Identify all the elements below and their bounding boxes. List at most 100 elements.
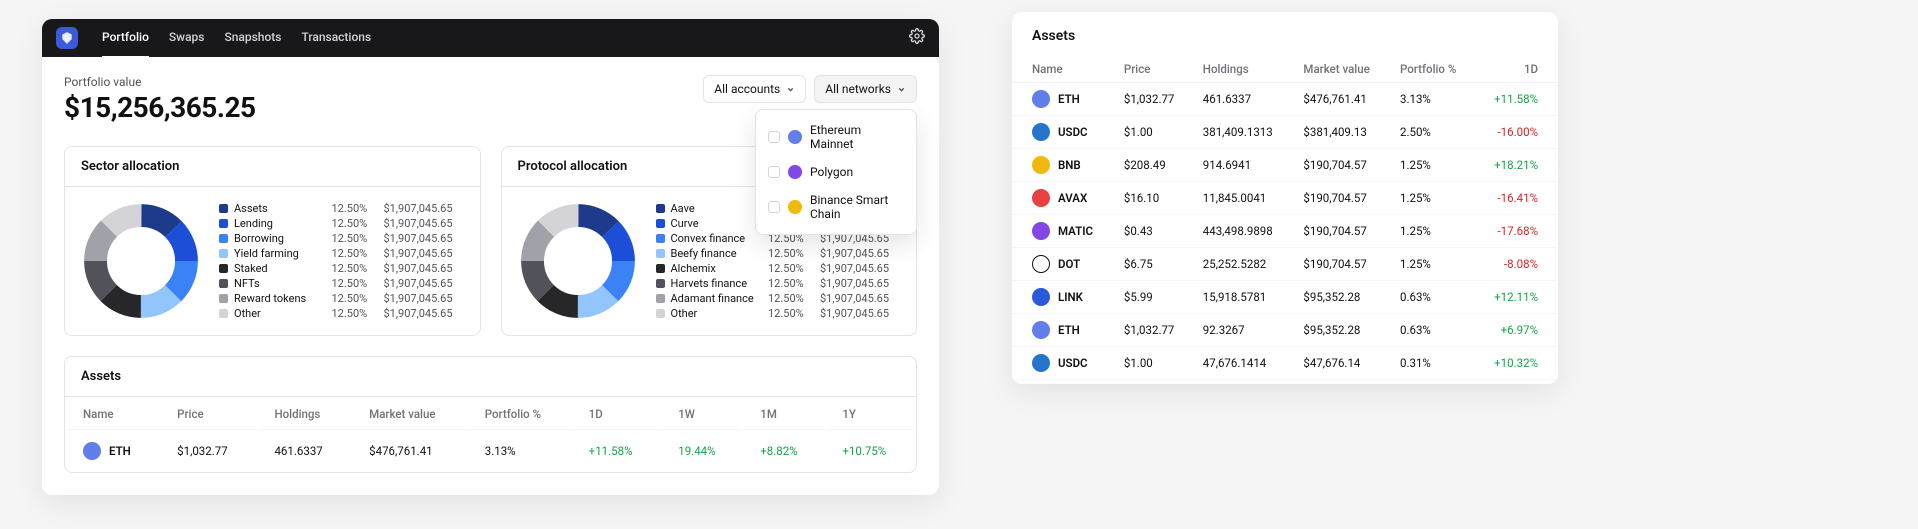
portfolio-value: $15,256,365.25 (64, 91, 256, 124)
table-row[interactable]: BNB $208.49 914.6941 $190,704.57 1.25% +… (1012, 149, 1558, 182)
legend-value: $1,907,045.65 (820, 247, 900, 260)
legend-value: $1,907,045.65 (820, 262, 900, 275)
holdings: 914.6941 (1193, 149, 1294, 182)
network-icon (788, 165, 802, 179)
portfolio-pct: 3.13% (469, 432, 571, 470)
portfolio-pct: 1.25% (1390, 215, 1475, 248)
checkbox-icon (768, 201, 780, 213)
legend-swatch (656, 309, 665, 318)
network-label: Ethereum Mainnet (810, 123, 904, 151)
app-logo[interactable] (56, 27, 78, 49)
portfolio-pct: 1.25% (1390, 248, 1475, 281)
table-row[interactable]: MATIC $0.43 443,498.9898 $190,704.57 1.2… (1012, 215, 1558, 248)
sector-allocation-panel: Sector allocation Assets 12.50% $1,907,0… (64, 146, 481, 336)
holdings: 11,845.0041 (1193, 182, 1294, 215)
column-header[interactable]: Price (1114, 56, 1193, 83)
column-header[interactable]: Holdings (258, 399, 351, 430)
column-header[interactable]: Name (1012, 56, 1114, 83)
assets-panel: Assets NamePriceHoldingsMarket valuePort… (64, 356, 917, 473)
asset-icon (1032, 255, 1050, 273)
market-value: $95,352.28 (1293, 314, 1390, 347)
table-row[interactable]: ETH $1,032.77 461.6337 $476,761.41 3.13%… (67, 432, 914, 470)
network-label: Polygon (810, 165, 853, 179)
legend-value: $1,907,045.65 (384, 217, 464, 230)
asset-name: AVAX (1058, 191, 1087, 205)
change-1d: +18.21% (1475, 149, 1558, 182)
legend-swatch (219, 234, 228, 243)
table-row[interactable]: USDC $1.00 381,409.1313 $381,409.13 2.50… (1012, 116, 1558, 149)
column-header[interactable]: Price (161, 399, 256, 430)
legend-pct: 12.50% (332, 217, 378, 230)
legend-row: NFTs 12.50% $1,907,045.65 (219, 276, 464, 291)
legend-name: Curve (671, 217, 763, 230)
portfolio-pct: 1.25% (1390, 149, 1475, 182)
change-1y: +10.75% (826, 432, 914, 470)
change-1d: +12.11% (1475, 281, 1558, 314)
column-header[interactable]: 1M (744, 399, 824, 430)
table-row[interactable]: ETH $1,032.77 92.3267 $95,352.28 0.63% +… (1012, 314, 1558, 347)
asset-name: DOT (1058, 257, 1080, 271)
column-header[interactable]: 1Y (826, 399, 914, 430)
sector-donut-chart (81, 201, 201, 321)
column-header[interactable]: Name (67, 399, 159, 430)
column-header[interactable]: Portfolio % (1390, 56, 1475, 83)
change-1d: +11.58% (1475, 83, 1558, 116)
nav-item-transactions[interactable]: Transactions (301, 18, 371, 58)
legend-name: Other (234, 307, 326, 320)
asset-icon (1032, 354, 1050, 372)
change-1d: +10.32% (1475, 347, 1558, 380)
legend-value: $1,907,045.65 (384, 262, 464, 275)
legend-row: Reward tokens 12.50% $1,907,045.65 (219, 291, 464, 306)
nav-item-swaps[interactable]: Swaps (169, 18, 205, 58)
column-header[interactable]: Portfolio % (469, 399, 571, 430)
legend-row: Borrowing 12.50% $1,907,045.65 (219, 231, 464, 246)
asset-icon (1032, 189, 1050, 207)
asset-icon (1032, 222, 1050, 240)
legend-name: Aave (671, 202, 763, 215)
legend-name: Borrowing (234, 232, 326, 245)
legend-row: Other 12.50% $1,907,045.65 (656, 306, 901, 321)
portfolio-pct: 0.63% (1390, 314, 1475, 347)
column-header[interactable]: 1D (573, 399, 661, 430)
column-header[interactable]: Market value (353, 399, 467, 430)
legend-row: Harvets finance 12.50% $1,907,045.65 (656, 276, 901, 291)
market-value: $476,761.41 (1293, 83, 1390, 116)
network-option[interactable]: Polygon (756, 158, 916, 186)
assets-title: Assets (1012, 28, 1558, 56)
table-row[interactable]: LINK $5.99 15,918.5781 $95,352.28 0.63% … (1012, 281, 1558, 314)
asset-name: ETH (109, 444, 131, 458)
change-1w: 19.44% (662, 432, 742, 470)
column-header[interactable]: Holdings (1193, 56, 1294, 83)
table-row[interactable]: USDC $1.00 47,676.1414 $47,676.14 0.31% … (1012, 347, 1558, 380)
network-icon (788, 130, 802, 144)
legend-swatch (219, 219, 228, 228)
legend-row: Staked 12.50% $1,907,045.65 (219, 261, 464, 276)
assets-window: Assets NamePriceHoldingsMarket valuePort… (1012, 12, 1558, 384)
network-label: Binance Smart Chain (810, 193, 904, 221)
change-1d: +11.58% (573, 432, 661, 470)
legend-name: NFTs (234, 277, 326, 290)
price: $1.00 (1114, 347, 1193, 380)
network-option[interactable]: Binance Smart Chain (756, 186, 916, 228)
change-1d: -16.41% (1475, 182, 1558, 215)
table-row[interactable]: DOT $6.75 25,252.5282 $190,704.57 1.25% … (1012, 248, 1558, 281)
network-option[interactable]: Ethereum Mainnet (756, 116, 916, 158)
column-header[interactable]: 1W (662, 399, 742, 430)
sector-legend: Assets 12.50% $1,907,045.65 Lending 12.5… (219, 201, 464, 321)
market-value: $476,761.41 (353, 432, 467, 470)
price: $1,032.77 (1114, 314, 1193, 347)
networks-filter[interactable]: All networks (814, 75, 917, 103)
column-header[interactable]: Market value (1293, 56, 1390, 83)
price: $1,032.77 (1114, 83, 1193, 116)
table-row[interactable]: ETH $1,032.77 461.6337 $476,761.41 3.13%… (1012, 83, 1558, 116)
nav-item-portfolio[interactable]: Portfolio (102, 18, 149, 58)
column-header[interactable]: 1D (1475, 56, 1558, 83)
nav-item-snapshots[interactable]: Snapshots (224, 18, 281, 58)
accounts-filter[interactable]: All accounts (703, 75, 806, 103)
legend-pct: 12.50% (332, 232, 378, 245)
settings-button[interactable] (909, 28, 925, 48)
legend-swatch (656, 204, 665, 213)
asset-icon (1032, 288, 1050, 306)
holdings: 381,409.1313 (1193, 116, 1294, 149)
table-row[interactable]: AVAX $16.10 11,845.0041 $190,704.57 1.25… (1012, 182, 1558, 215)
